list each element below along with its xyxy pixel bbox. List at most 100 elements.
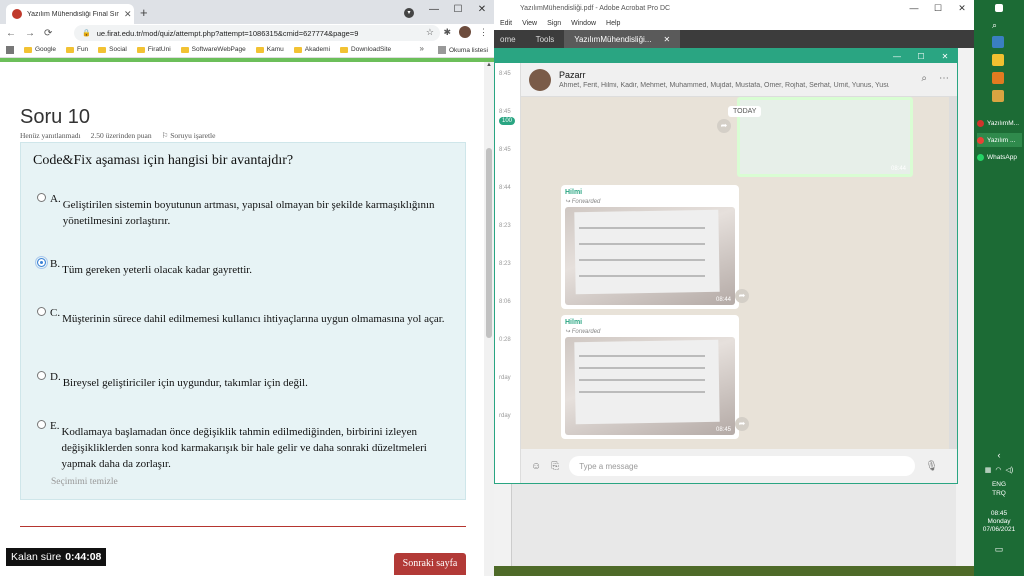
forward-icon[interactable]: → [25, 28, 35, 39]
radio-a[interactable] [37, 193, 46, 202]
close-button[interactable]: ✕ [470, 0, 494, 18]
search-icon[interactable]: ⌕ [992, 20, 1004, 32]
radio-b[interactable] [35, 256, 48, 269]
volume-icon[interactable]: ◁) [1006, 466, 1014, 474]
bookmark-softwarewebpage[interactable]: SoftwareWebPage [180, 46, 246, 53]
message-input[interactable]: Type a message [569, 456, 916, 476]
bookmark-kamu[interactable]: Kamu [255, 46, 284, 53]
menu-view[interactable]: View [522, 20, 537, 27]
answer-option-c[interactable]: C. Müşterinin sürece dahil edilmemesi ku… [37, 305, 453, 327]
flag-question[interactable]: ⚐ Soruyu işaretle [162, 131, 216, 140]
minimize-button[interactable]: — [422, 0, 446, 18]
answer-option-e[interactable]: E. Kodlamaya başlamadan önce değişiklik … [37, 418, 453, 472]
chat-list: 8:45 8:45 100 8:45 8:44 8:23 8:23 8:06 0:… [495, 63, 521, 483]
emoji-icon[interactable]: ☺ [531, 461, 541, 472]
maximize-button[interactable]: ☐ [909, 49, 933, 63]
address-bar[interactable]: 🔒 ue.firat.edu.tr/mod/quiz/attempt.php?a… [74, 25, 440, 41]
search-icon[interactable]: ⌕ [921, 73, 927, 84]
tab-tools[interactable]: Tools [526, 30, 565, 48]
message-photo[interactable]: 08:45 [565, 337, 735, 435]
reading-list[interactable]: Okuma listesi [437, 46, 488, 54]
more-bookmarks-icon[interactable]: » [420, 44, 424, 53]
maximize-button[interactable]: ☐ [446, 0, 470, 18]
language-indicator[interactable]: ENG TRQ [974, 480, 1024, 498]
next-page-button[interactable]: Sonraki sayfa [394, 553, 466, 575]
forward-icon[interactable]: ➦ [717, 119, 731, 133]
menu-sign[interactable]: Sign [547, 20, 561, 27]
acrobat-tabbar: ome Tools YazılımMühendisliği... ✕ [490, 30, 974, 48]
task-view-icon[interactable] [992, 36, 1004, 48]
scrollbar-thumb[interactable] [486, 148, 492, 338]
menu-edit[interactable]: Edit [500, 20, 512, 27]
profile-avatar[interactable] [459, 26, 471, 38]
radio-e[interactable] [37, 420, 46, 429]
file-explorer-icon[interactable] [992, 54, 1004, 66]
answer-option-b[interactable]: B. Tüm gereken yeterli olacak kadar gayr… [35, 256, 453, 278]
page-scrollbar[interactable]: ▲ [484, 62, 494, 576]
bookmark-star-icon[interactable]: ☆ [426, 27, 434, 38]
new-tab-button[interactable]: + [140, 5, 148, 20]
forward-icon[interactable]: ➦ [735, 289, 749, 303]
bookmark-downloadsite[interactable]: DownloadSite [340, 46, 391, 53]
menu-help[interactable]: Help [606, 20, 620, 27]
browser-tab[interactable]: Yazılım Mühendisliği Final Sınavı ✕ [6, 4, 134, 24]
chevron-up-icon[interactable]: ‹ [974, 450, 1024, 460]
chat-time: 8:45 [499, 147, 511, 153]
message-time: 08:44 [890, 166, 906, 172]
minimize-button[interactable]: — [885, 49, 909, 63]
bookmark-social[interactable]: Social [98, 46, 127, 53]
extensions-icon[interactable]: ✱ [443, 27, 451, 38]
timer-label: Kalan süre [11, 551, 62, 563]
taskbar-app-acrobat[interactable]: YazılımM... [977, 116, 1022, 130]
more-icon[interactable]: ⋯ [939, 73, 949, 84]
scroll-up-icon[interactable]: ▲ [486, 62, 492, 68]
attach-icon[interactable]: ⎘ [551, 461, 559, 472]
tab-document[interactable]: YazılımMühendisliği... ✕ [564, 30, 681, 48]
app-icon[interactable] [992, 90, 1004, 102]
menu-window[interactable]: Window [571, 20, 596, 27]
maximize-button[interactable]: ☐ [926, 0, 950, 16]
forward-icon[interactable]: ➦ [735, 417, 749, 431]
scrollbar[interactable] [949, 97, 957, 449]
minimize-button[interactable]: — [902, 0, 926, 16]
app-icon[interactable] [992, 72, 1004, 84]
image-message[interactable]: TODAY 08:44 [728, 97, 913, 177]
menu-icon[interactable]: ⋮ [479, 27, 488, 38]
notification-icon[interactable]: ▭ [974, 544, 1024, 555]
taskbar-app-whatsapp[interactable]: WhatsApp [977, 150, 1022, 164]
message-sender: Hilmi [565, 189, 583, 196]
tab-search-icon[interactable]: ▾ [404, 8, 414, 18]
radio-c[interactable] [37, 307, 46, 316]
chat-header[interactable]: Pazarr Ahmet, Ferit, Hilmi, Kadir, Mehme… [521, 63, 957, 97]
close-button[interactable]: ✕ [933, 49, 957, 63]
network-icon[interactable]: ▦ [985, 466, 992, 474]
radio-d[interactable] [37, 371, 46, 380]
acrobat-right-toolbar [956, 48, 974, 576]
bookmark-google[interactable]: Google [24, 46, 56, 53]
message-image[interactable]: TODAY 08:44 [728, 100, 910, 174]
date-divider: TODAY [728, 106, 762, 117]
back-icon[interactable]: ← [6, 28, 16, 39]
bookmark-firatuni[interactable]: FiratUni [136, 46, 171, 53]
clear-choice-link[interactable]: Seçimimi temizle [51, 477, 118, 487]
image-message[interactable]: Hilmi ↪ Forwarded 08:44 [561, 185, 739, 309]
answer-option-d[interactable]: D. Bireysel geliştiriciler için uygundur… [37, 369, 453, 391]
message-photo[interactable]: 08:44 [565, 207, 735, 305]
tab-home[interactable]: ome [490, 30, 526, 48]
image-message[interactable]: Hilmi ↪ Forwarded 08:45 [561, 315, 739, 439]
clock[interactable]: 08:45 Monday 07/06/2021 [974, 510, 1024, 534]
reload-icon[interactable]: ⟳ [44, 28, 52, 39]
close-button[interactable]: ✕ [950, 0, 974, 16]
apps-icon[interactable] [6, 45, 14, 54]
lock-icon[interactable]: 🔒 [82, 29, 91, 37]
bookmark-akademi[interactable]: Akademi [293, 46, 330, 53]
close-tab-icon[interactable]: ✕ [124, 9, 132, 20]
answer-option-a[interactable]: A. Geliştirilen sistemin boyutunun artma… [37, 191, 453, 229]
taskbar-app-chrome[interactable]: Yazılım ... [977, 133, 1022, 147]
close-icon[interactable]: ✕ [663, 35, 670, 44]
microphone-icon[interactable]: 🎙 [925, 461, 938, 472]
avatar[interactable] [529, 68, 551, 91]
windows-start-icon[interactable] [995, 4, 1003, 12]
wifi-icon[interactable]: ◠ [995, 466, 1001, 474]
bookmark-fun[interactable]: Fun [65, 46, 88, 53]
